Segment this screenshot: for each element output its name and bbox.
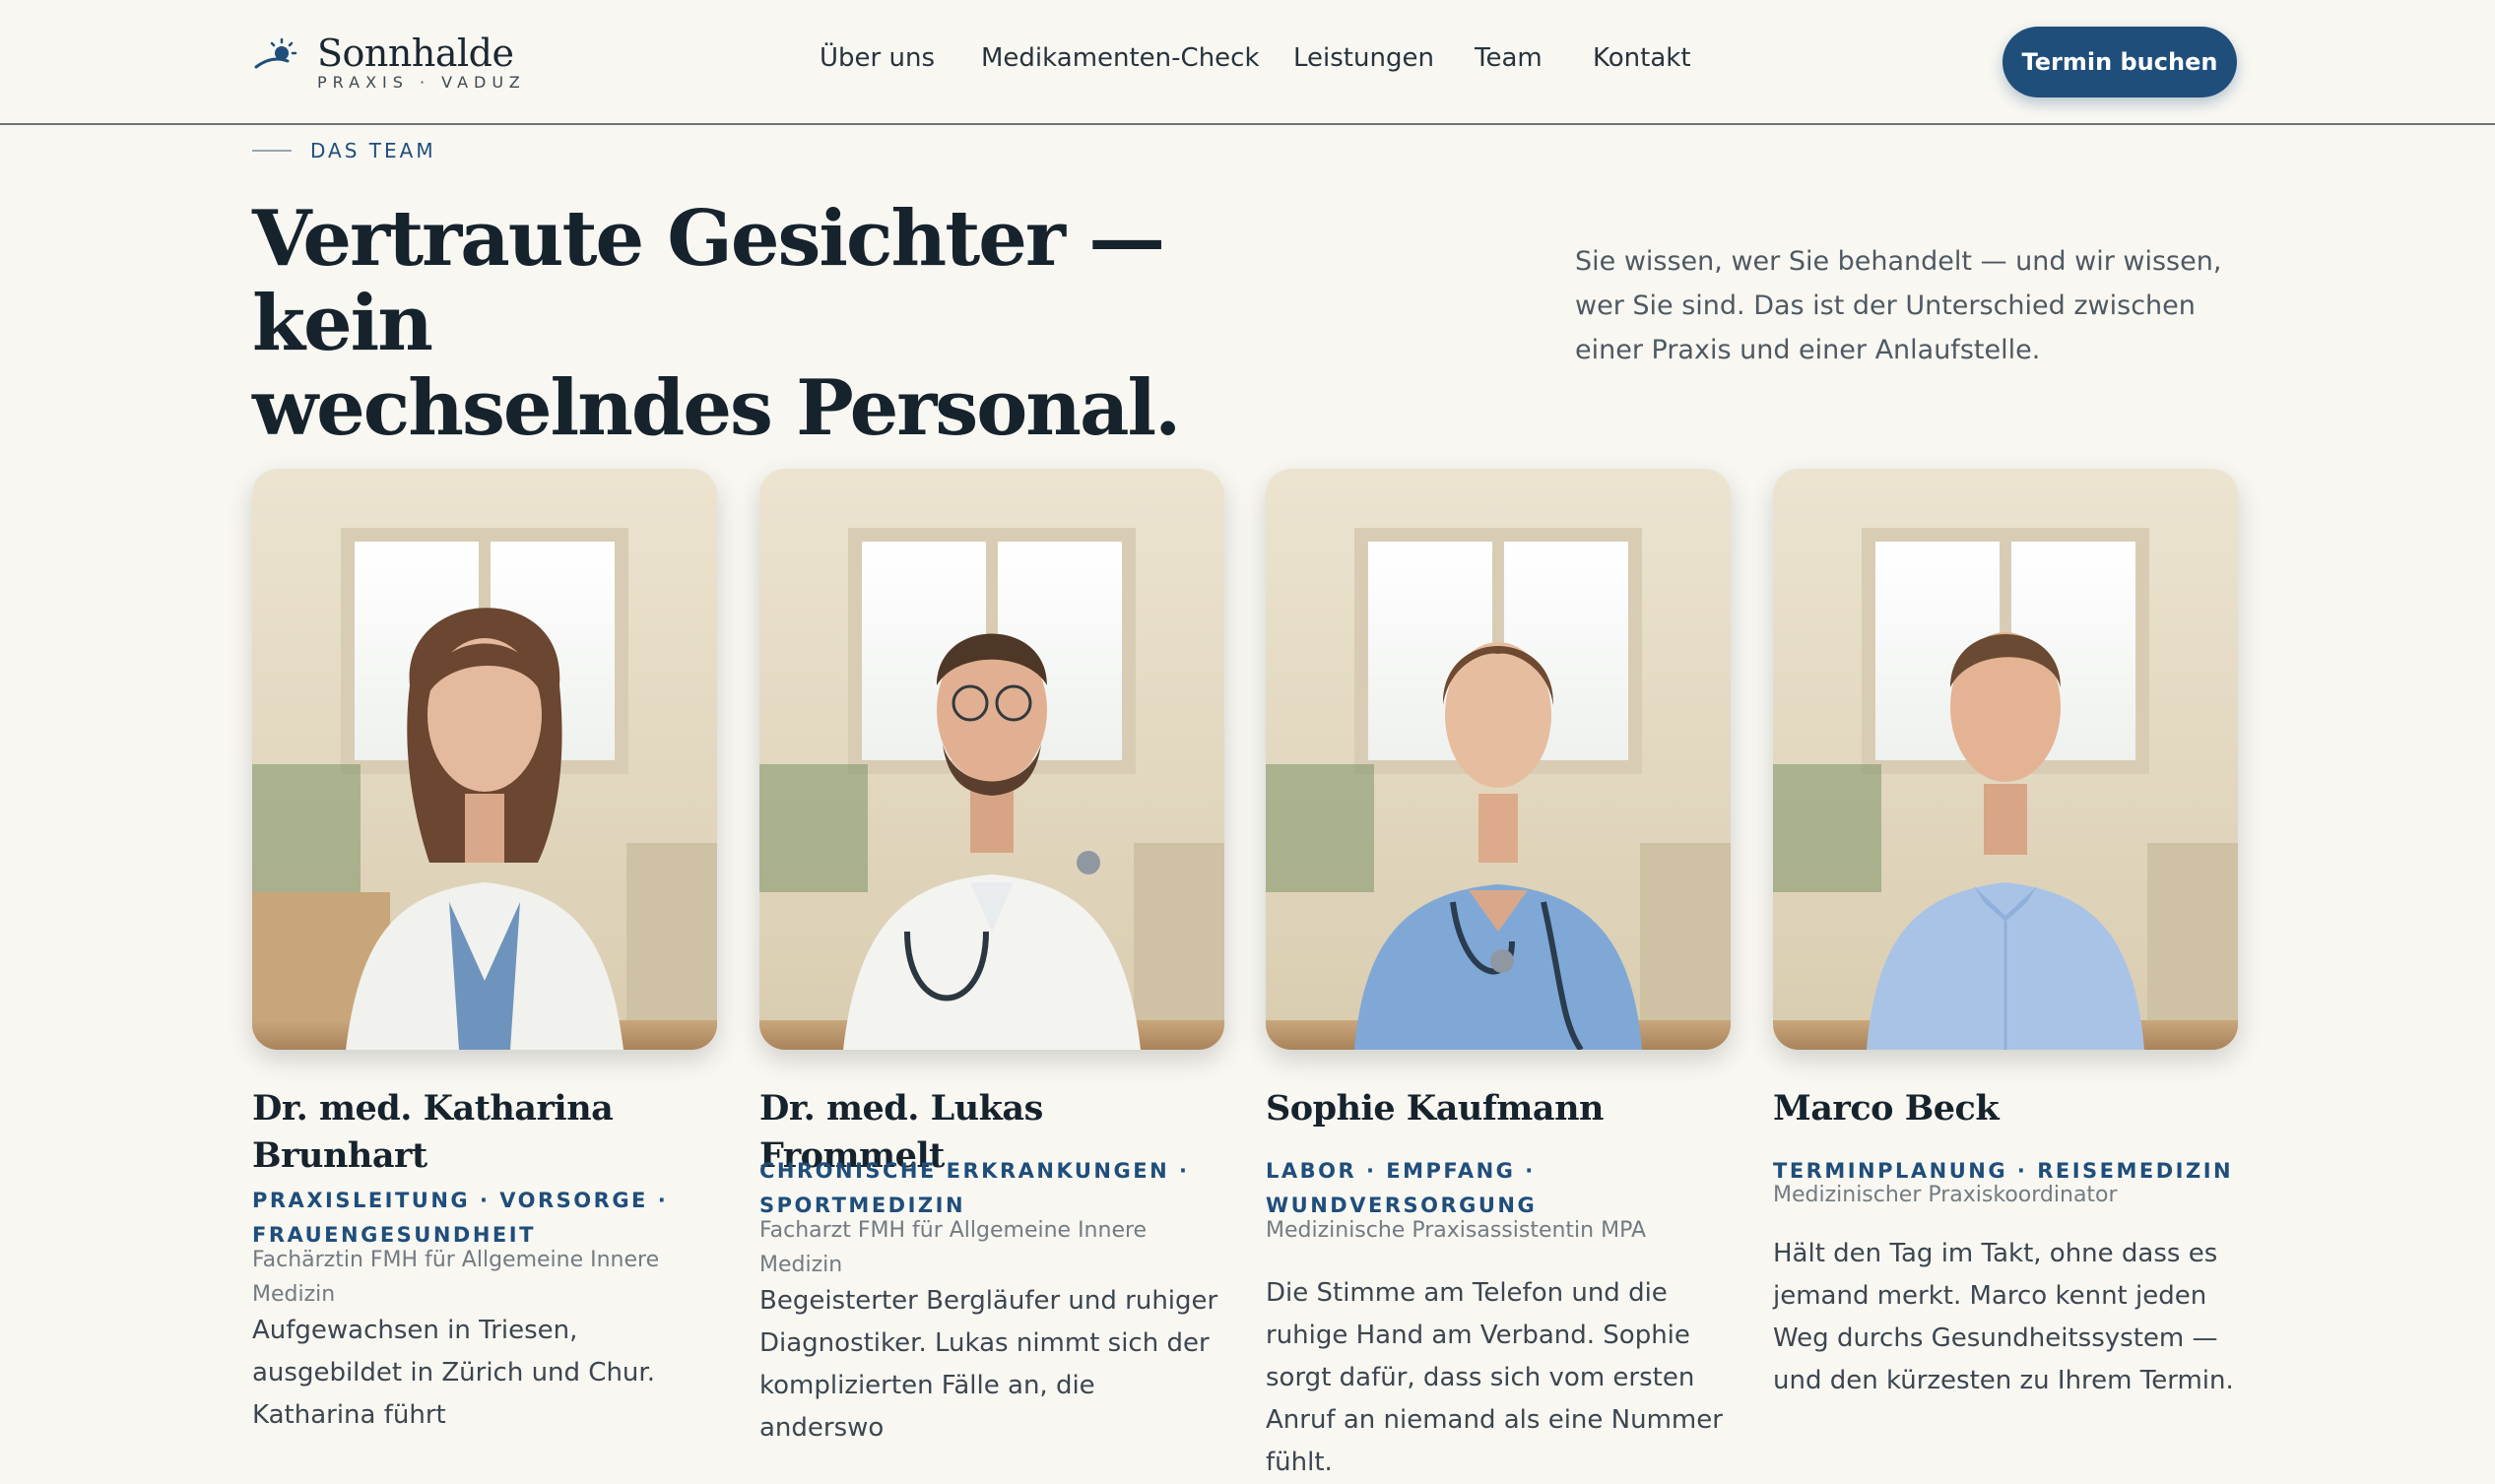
eyebrow-divider xyxy=(252,150,292,152)
page-title: Vertraute Gesichter — kein wechselndes P… xyxy=(252,197,1336,451)
logo-name: Sonnhalde xyxy=(317,32,514,75)
portrait-image xyxy=(1266,469,1731,1050)
nav-item-kontakt[interactable]: Kontakt xyxy=(1593,43,1691,73)
section-eyebrow: DAS TEAM xyxy=(252,138,436,163)
member-bio: Die Stimme am Telefon und die ruhige Han… xyxy=(1266,1278,1723,1477)
member-name: Dr. med. Katharina Brunhart xyxy=(252,1088,614,1176)
portrait-photo xyxy=(1266,469,1731,1050)
member-bio: Aufgewachsen in Triesen, ausgebildet in … xyxy=(252,1316,655,1430)
site-header: Sonnhalde PRAXIS · VADUZ Über uns Medika… xyxy=(0,0,2495,125)
member-role: Medizinische Praxisassistentin MPA xyxy=(1266,1218,1646,1243)
member-role: Fachärztin FMH für Allgemeine Innere Med… xyxy=(252,1248,660,1307)
logo-subtitle: PRAXIS · VADUZ xyxy=(317,73,526,92)
portrait-image xyxy=(1773,469,2238,1050)
nav-item-team[interactable]: Team xyxy=(1475,43,1543,73)
member-role: Medizinischer Praxiskoordinator xyxy=(1773,1183,2118,1207)
portrait-photo xyxy=(759,469,1224,1050)
member-bio: Begeisterter Bergläufer und ruhiger Diag… xyxy=(759,1286,1218,1443)
nav-item-leistungen[interactable]: Leistungen xyxy=(1293,43,1434,73)
section-intro: Sie wissen, wer Sie behandelt — und wir … xyxy=(1575,246,2222,365)
nav-item-ueber-uns[interactable]: Über uns xyxy=(820,43,935,73)
sun-logo-icon xyxy=(254,37,297,69)
book-appointment-button[interactable]: Termin buchen xyxy=(2003,27,2237,97)
portrait-photo xyxy=(252,469,717,1050)
portrait-image xyxy=(759,469,1224,1050)
headline-line-2: wechselndes Personal. xyxy=(252,363,1181,453)
eyebrow-label: DAS TEAM xyxy=(310,139,436,162)
portrait-image xyxy=(252,469,717,1050)
headline-line-1: Vertraute Gesichter — kein xyxy=(252,194,1165,368)
nav-item-medikamenten-check[interactable]: Medikamenten-Check xyxy=(981,43,1260,73)
member-role: Facharzt FMH für Allgemeine Innere Mediz… xyxy=(759,1218,1148,1277)
member-name: Sophie Kaufmann xyxy=(1266,1088,1605,1129)
portrait-photo xyxy=(1773,469,2238,1050)
member-name: Marco Beck xyxy=(1773,1088,2000,1129)
member-bio: Hält den Tag im Takt, ohne dass es jeman… xyxy=(1773,1239,2234,1395)
